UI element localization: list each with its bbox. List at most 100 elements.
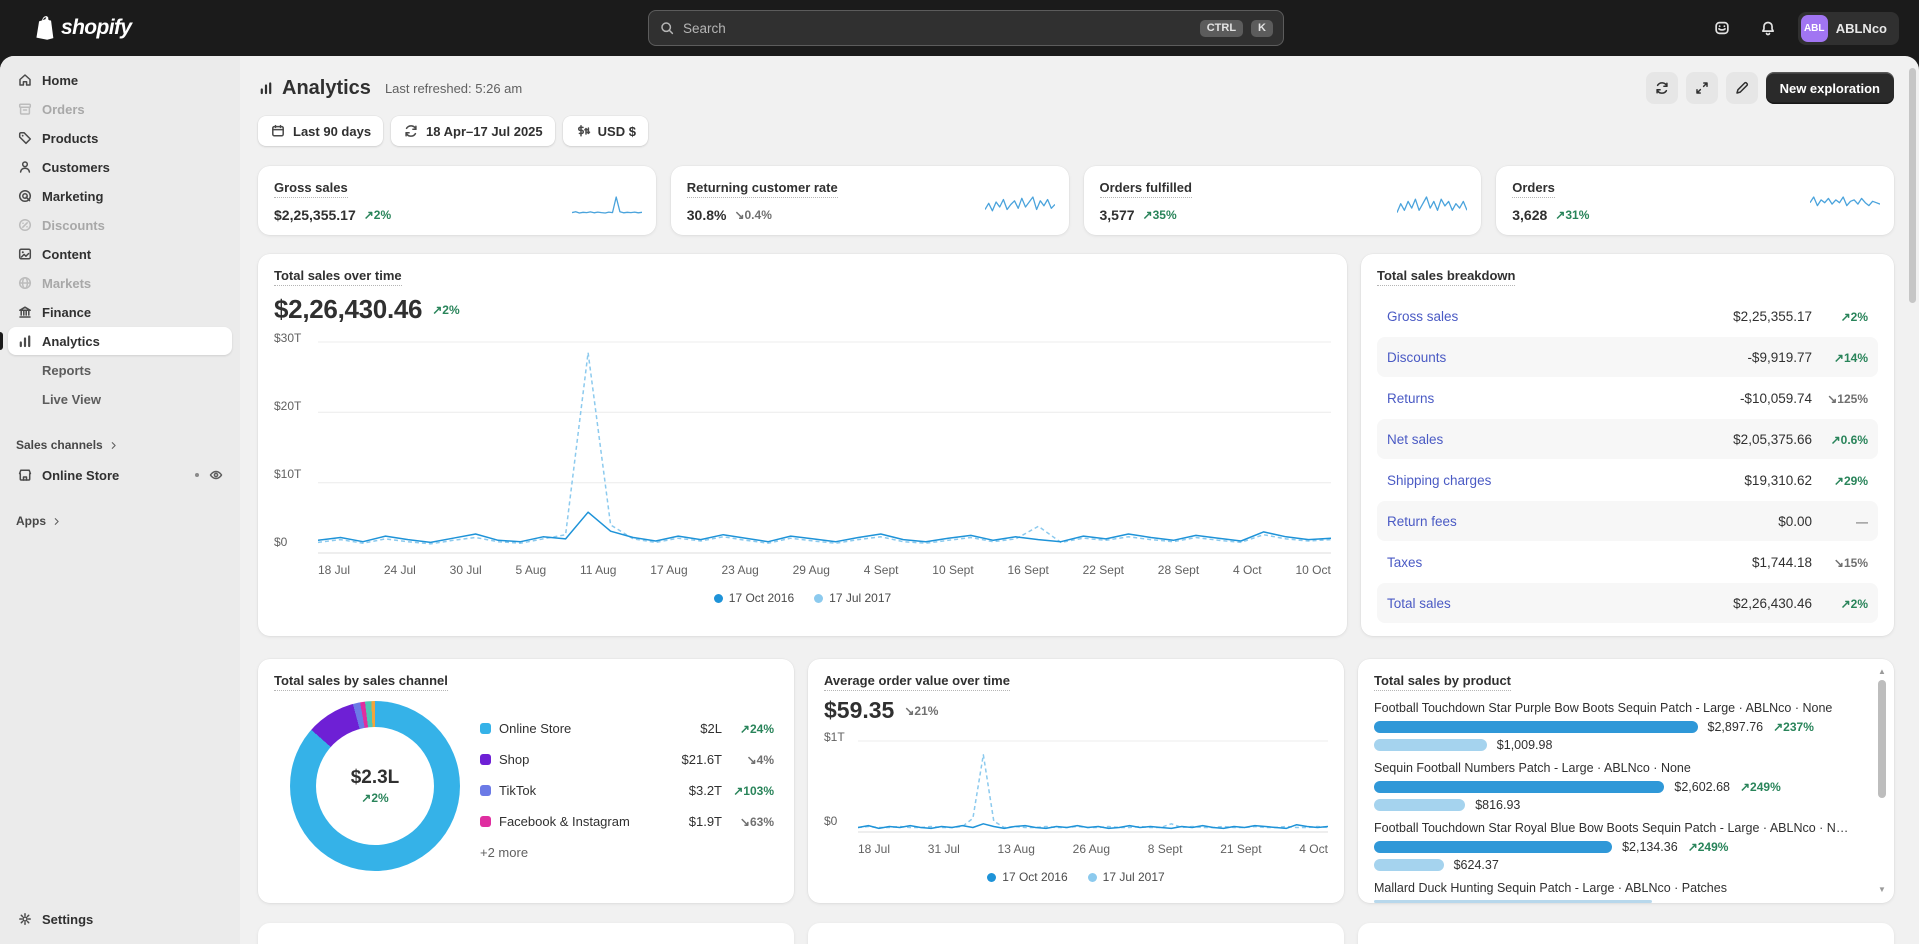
sidebar-item-products[interactable]: Products [8,124,232,152]
sidebar-item-discounts: Discounts [8,211,232,239]
apps-header[interactable]: Apps [8,511,232,531]
shopify-wordmark: shopify [61,16,132,39]
customers-icon [16,159,33,175]
product-current-value: $2,897.76 [1707,720,1764,734]
discounts-icon [16,217,33,233]
last-refreshed-text: Last refreshed: 5:26 am [384,80,523,96]
sidebar-item-finance[interactable]: Finance [8,298,232,326]
breakdown-label[interactable]: Taxes [1387,555,1422,570]
filter-pill-1[interactable]: 18 Apr–17 Jul 2025 [391,116,555,146]
breakdown-label[interactable]: Total sales [1387,596,1451,611]
pencil-icon [1734,80,1750,96]
home-icon [16,72,33,88]
notifications-button[interactable] [1752,12,1784,44]
legend-item: 17 Jul 2017 [814,591,891,605]
new-exploration-button[interactable]: New exploration [1765,72,1894,104]
filter-pill-0[interactable]: Last 90 days [258,116,384,146]
edit-button[interactable] [1725,72,1758,104]
content-icon [16,246,33,262]
total-sales-breakdown-title: Total sales breakdown [1377,268,1516,286]
partial-card [808,923,1344,944]
metric-title: Gross sales [274,180,348,198]
metric-card-3: Orders 3,628 ↗31% [1496,166,1894,235]
calendar-icon [270,123,286,139]
breakdown-change: ↗2% [1840,596,1868,611]
finance-icon [16,304,33,320]
product-bar-previous [1374,859,1444,871]
breakdown-label[interactable]: Gross sales [1387,309,1458,324]
sidekick-button[interactable] [1706,12,1738,44]
breakdown-label[interactable]: Returns [1387,391,1434,406]
metric-sparkline [1809,193,1881,224]
channel-value: $2L [700,720,722,736]
markets-icon [16,275,33,291]
breakdown-row: Taxes $1,744.18 ↘15% [1377,542,1878,582]
x-axis-label: 13 Aug [997,842,1035,856]
compare-icon [403,123,419,139]
avg-order-value-title: Average order value over time [824,673,1010,691]
sidebar-item-marketing[interactable]: Marketing [8,182,232,210]
scroll-up-icon[interactable]: ▲ [1878,667,1886,677]
store-menu[interactable]: ABL ABLNco [1797,11,1899,45]
sidebar-item-home[interactable]: Home [8,66,232,94]
sales-by-channel-card: Total sales by sales channel $2.3L ↗2% O… [258,659,794,903]
y-axis-label: $0 [824,814,838,828]
product-change: ↗249% [1740,780,1781,794]
settings-icon [16,911,33,927]
channel-color-swatch [480,784,491,796]
sidebar-item-settings[interactable]: Settings [8,905,232,933]
metric-title: Orders fulfilled [1099,180,1192,198]
breakdown-label[interactable]: Net sales [1387,432,1443,447]
metric-change: ↗35% [1142,208,1177,222]
product-name: Sequin Football Numbers Patch - Large · … [1374,761,1691,775]
legend-item: 17 Oct 2016 [987,870,1068,884]
scroll-down-icon[interactable]: ▼ [1878,885,1886,895]
shopify-logo[interactable]: shopify [32,15,132,41]
product-current-value: $2,602.68 [1674,780,1730,794]
x-axis-label: 18 Jul [858,842,891,856]
metric-title: Returning customer rate [686,180,838,198]
sidekick-icon [1713,19,1731,37]
product-card-scrollbar[interactable]: ▲ ▼ [1875,667,1889,895]
chart-legend: 17 Oct 2016 17 Jul 2017 [274,591,1331,605]
chevright-icon [51,516,62,527]
sidebar-item-analytics[interactable]: Analytics [0,327,232,355]
breakdown-change: ↘15% [1833,555,1868,570]
scrollbar-thumb[interactable] [1878,680,1886,798]
channel-value: $21.6T [681,751,722,767]
sidebar-item-reports[interactable]: Reports [8,356,232,384]
page-scrollbar[interactable] [1909,68,1916,303]
donut-center-value: $2.3L [350,767,400,788]
search-input[interactable] [683,20,1192,36]
more-channels-link[interactable]: +2 more [480,845,774,860]
partial-card [258,923,794,944]
refresh-button[interactable] [1645,72,1678,104]
breakdown-label[interactable]: Shipping charges [1387,473,1491,488]
channel-legend-row: Facebook & Instagram $1.9T ↘63% [480,806,774,837]
sidebar-item-customers[interactable]: Customers [8,153,232,181]
channel-label: Facebook & Instagram [499,813,630,829]
sales-channels-header[interactable]: Sales channels [8,435,232,455]
x-axis-label: 8 Sept [1147,842,1183,856]
shortcut-ctrl-key: CTRL [1199,19,1244,37]
fullscreen-button[interactable] [1685,72,1718,104]
eye-icon[interactable] [207,467,224,483]
avg-order-value-card: Average order value over time $59.35 ↘21… [808,659,1344,903]
product-name: Football Touchdown Star Purple Bow Boots… [1374,701,1833,715]
breakdown-label[interactable]: Return fees [1387,514,1457,529]
channel-label: Shop [499,751,530,767]
bell-icon [1759,19,1777,37]
product-previous-value: $1,009.98 [1496,738,1553,752]
metric-sparkline [1396,193,1468,224]
avg-order-value-change: ↘21% [904,703,939,718]
filter-pill-2[interactable]: USD $ [562,116,648,146]
sidebar-item-live-view[interactable]: Live View [8,385,232,413]
metric-sparkline [571,193,642,224]
global-search[interactable]: CTRL K [648,10,1284,46]
sidebar-item-content[interactable]: Content [8,240,232,268]
breakdown-label[interactable]: Discounts [1387,350,1446,365]
sidebar-item-online-store[interactable]: Online Store [8,461,232,489]
total_sales_over_time-plot [318,337,1331,555]
y-axis-label: $20T [274,399,302,413]
channel-change: ↘63% [739,814,774,829]
